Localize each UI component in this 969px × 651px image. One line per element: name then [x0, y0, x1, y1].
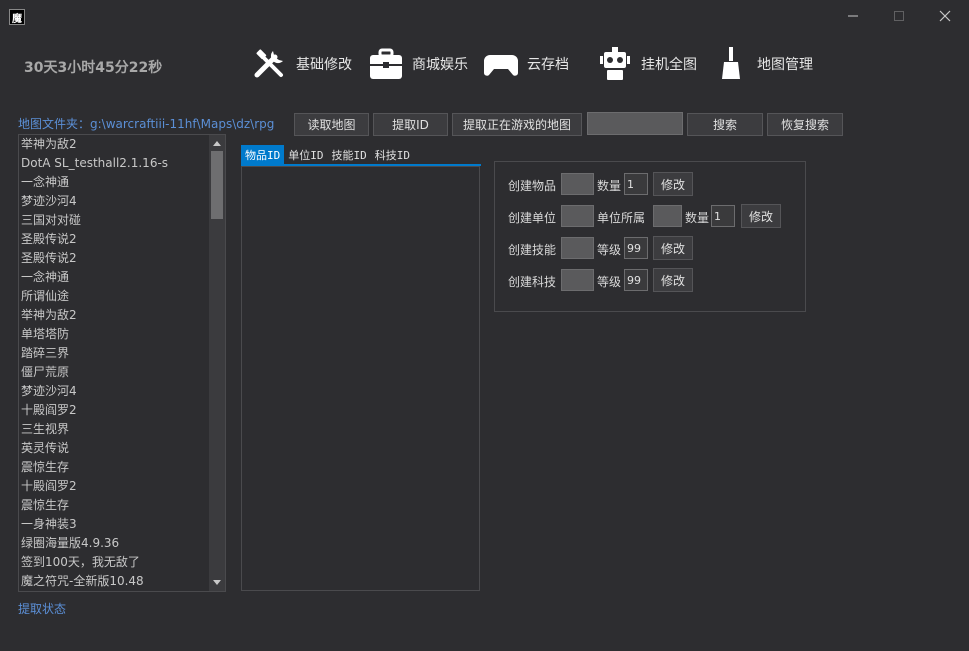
item-qty-label: 数量 — [597, 179, 622, 193]
unit-owner-input[interactable] — [653, 205, 682, 227]
unit-owner-label: 单位所属 — [597, 211, 646, 225]
unit-id-input[interactable] — [561, 205, 594, 227]
nav-label: 基础修改 — [296, 57, 352, 73]
map-list-item[interactable]: 一身神装3 — [19, 515, 210, 534]
map-list-item[interactable]: 魔之符咒-全新版10.48 — [19, 572, 210, 591]
scroll-down-button[interactable] — [209, 575, 225, 591]
reset-search-button[interactable]: 恢复搜索 — [767, 113, 843, 136]
robot-icon — [595, 44, 635, 84]
maximize-button[interactable] — [876, 0, 922, 32]
map-list-item[interactable]: 圣殿传说2 — [19, 249, 210, 268]
map-folder-value: g:\warcraftiii-11hf\Maps\dz\rpg — [90, 117, 275, 131]
tech-level-input[interactable]: 99 — [624, 269, 648, 291]
create-tech-button[interactable]: 修改 — [653, 268, 693, 292]
tab-unit-id[interactable]: 单位ID — [284, 145, 327, 165]
map-list-item[interactable]: 绿圈海量版4.9.36 — [19, 534, 210, 553]
map-list-item[interactable]: 十殿阎罗2 — [19, 401, 210, 420]
nav-label: 云存档 — [527, 57, 569, 73]
create-skill-label: 创建技能 — [508, 243, 557, 257]
chevron-up-icon — [213, 141, 221, 146]
nav-auto-fullmap[interactable]: 挂机全图 — [595, 44, 697, 84]
briefcase-icon — [366, 44, 406, 84]
map-list-item[interactable]: 震惊生存 — [19, 496, 210, 515]
app-icon: 魔 — [9, 9, 25, 25]
tab-tech-id[interactable]: 科技ID — [371, 145, 414, 165]
tools-icon — [250, 44, 290, 84]
nav-basic-modify[interactable]: 基础修改 — [250, 44, 352, 84]
search-input[interactable] — [587, 112, 683, 135]
close-button[interactable] — [922, 0, 968, 32]
map-list-item[interactable]: 踏碎三界 — [19, 344, 210, 363]
scroll-thumb[interactable] — [211, 151, 223, 219]
map-list-item[interactable]: 梦迹沙河4 — [19, 192, 210, 211]
nav-mall-entertainment[interactable]: 商城娱乐 — [366, 44, 468, 84]
unit-qty-label: 数量 — [685, 211, 710, 225]
extract-id-button[interactable]: 提取ID — [373, 113, 448, 136]
id-list-panel[interactable] — [241, 166, 480, 591]
nav-cloud-save[interactable]: 云存档 — [481, 44, 569, 84]
tech-id-input[interactable] — [561, 269, 594, 291]
map-list-item[interactable]: 举神为敌2 — [19, 306, 210, 325]
create-skill-button[interactable]: 修改 — [653, 236, 693, 260]
map-list-item[interactable]: 单塔塔防 — [19, 325, 210, 344]
brush-icon — [711, 44, 751, 84]
map-list-item[interactable]: 圣殿传说2 — [19, 230, 210, 249]
nav-label: 商城娱乐 — [412, 57, 468, 73]
map-list-item[interactable]: 一念神通 — [19, 268, 210, 287]
id-tabs: 物品ID 单位ID 技能ID 科技ID — [241, 145, 414, 165]
gamepad-icon — [481, 44, 521, 84]
skill-level-label: 等级 — [597, 243, 622, 257]
close-icon — [939, 10, 951, 22]
map-list-item[interactable]: 一念神通 — [19, 173, 210, 192]
scroll-up-button[interactable] — [209, 135, 225, 151]
map-list-item[interactable]: 梦迹沙河4 — [19, 382, 210, 401]
map-list-item[interactable]: DotA SL_testhall2.1.16-s — [19, 154, 210, 173]
map-list-item[interactable]: 十殿阎罗2 — [19, 477, 210, 496]
tab-skill-id[interactable]: 技能ID — [328, 145, 371, 165]
create-unit-button[interactable]: 修改 — [741, 204, 781, 228]
map-list-item[interactable]: 签到100天，我无敌了 — [19, 553, 210, 572]
minimize-icon — [848, 15, 858, 17]
map-list-scrollbar[interactable] — [209, 135, 225, 591]
map-list-item[interactable]: 僵尸荒原 — [19, 363, 210, 382]
map-list-item[interactable]: 三国对对碰 — [19, 211, 210, 230]
timer-label: 30天3小时45分22秒 — [24, 60, 163, 76]
search-button[interactable]: 搜索 — [687, 113, 763, 136]
map-list-item[interactable]: 英灵传说 — [19, 439, 210, 458]
extract-status: 提取状态 — [18, 602, 67, 616]
unit-qty-input[interactable]: 1 — [711, 205, 735, 227]
nav-label: 地图管理 — [757, 57, 813, 73]
extract-current-map-button[interactable]: 提取正在游戏的地图 — [452, 113, 582, 136]
map-list[interactable]: 举神为敌2 DotA SL_testhall2.1.16-s 一念神通 梦迹沙河4 三国… — [18, 134, 226, 592]
map-list-items: 举神为敌2 DotA SL_testhall2.1.16-s 一念神通 梦迹沙河4 三国… — [19, 135, 210, 591]
tab-item-id[interactable]: 物品ID — [241, 145, 285, 165]
maximize-icon — [894, 11, 904, 21]
chevron-down-icon — [213, 580, 221, 585]
map-list-item[interactable]: 震惊生存 — [19, 458, 210, 477]
create-item-button[interactable]: 修改 — [653, 172, 693, 196]
map-list-item[interactable]: 所谓仙途 — [19, 287, 210, 306]
nav-map-management[interactable]: 地图管理 — [711, 44, 813, 84]
map-folder-path: 地图文件夹：g:\warcraftiii-11hf\Maps\dz\rpg — [18, 115, 274, 132]
map-list-item[interactable]: 举神为敌2 — [19, 135, 210, 154]
skill-id-input[interactable] — [561, 237, 594, 259]
item-id-input[interactable] — [561, 173, 594, 195]
map-folder-label: 地图文件夹： — [18, 117, 91, 131]
tech-level-label: 等级 — [597, 275, 622, 289]
item-qty-input[interactable]: 1 — [624, 173, 648, 195]
create-item-label: 创建物品 — [508, 179, 557, 193]
create-unit-label: 创建单位 — [508, 211, 557, 225]
create-tech-label: 创建科技 — [508, 275, 557, 289]
map-list-item[interactable]: 三生视界 — [19, 420, 210, 439]
minimize-button[interactable] — [830, 0, 876, 32]
read-map-button[interactable]: 读取地图 — [294, 113, 369, 136]
skill-level-input[interactable]: 99 — [624, 237, 648, 259]
nav-label: 挂机全图 — [641, 57, 697, 73]
